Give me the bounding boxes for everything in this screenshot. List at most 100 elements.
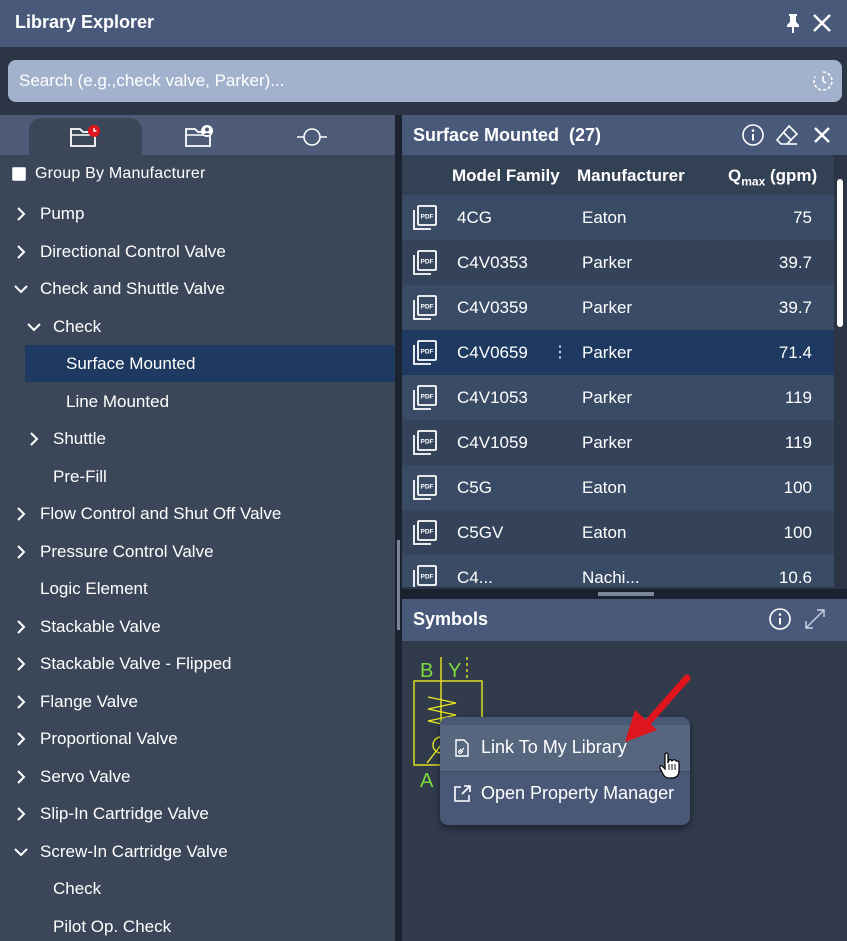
table-row[interactable]: PDF C4V0353 Parker 39.7 — [402, 240, 834, 285]
column-header-qmax[interactable]: Qmax (gpm) — [728, 166, 817, 188]
manufacturer-cell: Parker — [582, 253, 633, 272]
pdf-icon[interactable]: PDF — [411, 204, 439, 232]
pdf-icon[interactable]: PDF — [411, 564, 439, 587]
table-row[interactable]: PDF 4CG Eaton 75 — [402, 195, 834, 240]
chevron-down-icon[interactable] — [14, 845, 28, 859]
tree-item-flange-valve[interactable]: Flange Valve — [0, 683, 395, 720]
tree-item-pilot-op-check[interactable]: Pilot Op. Check — [0, 908, 395, 941]
group-by-manufacturer-checkbox[interactable]: Group By Manufacturer — [12, 165, 206, 183]
tree-item-label: Check and Shuttle Valve — [40, 279, 225, 298]
scroll-thumb[interactable] — [837, 179, 843, 327]
model-family-cell: C4V0659 — [457, 343, 528, 362]
table-row[interactable]: PDF C4V0359 Parker 39.7 — [402, 285, 834, 330]
horizontal-splitter[interactable] — [402, 589, 847, 599]
tree-item-stackable-valve-flipped[interactable]: Stackable Valve - Flipped — [0, 645, 395, 682]
tree-item-pressure-control-valve[interactable]: Pressure Control Valve — [0, 533, 395, 570]
qmax-cell: 119 — [784, 388, 812, 407]
chevron-right-icon[interactable] — [14, 769, 28, 784]
pdf-icon[interactable]: PDF — [411, 384, 439, 412]
manufacturer-cell: Eaton — [582, 523, 627, 542]
tree-item-pump[interactable]: Pump — [0, 195, 395, 232]
splitter-grip[interactable] — [598, 592, 654, 596]
eraser-icon[interactable] — [775, 123, 799, 147]
tree-item-directional-control-valve[interactable]: Directional Control Valve — [0, 233, 395, 270]
tab-symbols[interactable] — [255, 118, 368, 155]
menu-item-open-property-manager[interactable]: Open Property Manager — [440, 771, 690, 817]
table-row[interactable]: PDF C4... Nachi... 10.6 — [402, 555, 834, 587]
pdf-icon[interactable]: PDF — [411, 249, 439, 277]
svg-text:PDF: PDF — [421, 259, 434, 266]
table-row[interactable]: PDF C4V1053 Parker 119 — [402, 375, 834, 420]
chevron-right-icon[interactable] — [14, 544, 28, 559]
pdf-icon[interactable]: PDF — [411, 519, 439, 547]
model-family-cell: C4V0359 — [457, 298, 528, 317]
port-y-label: Y — [448, 660, 461, 682]
annotation-arrow-icon — [625, 674, 691, 742]
table-row[interactable]: PDF C4V0659 ⋮ Parker 71.4 — [402, 330, 834, 375]
tree-item-label: Stackable Valve — [40, 616, 161, 636]
manufacturer-cell: Parker — [582, 298, 633, 317]
tree-item-pre-fill[interactable]: Pre-Fill — [0, 458, 395, 495]
close-icon[interactable] — [810, 11, 834, 35]
tree-item-check[interactable]: Check — [0, 308, 395, 345]
chevron-right-icon[interactable] — [14, 207, 28, 221]
vertical-splitter[interactable] — [395, 115, 402, 941]
chevron-right-icon[interactable] — [14, 619, 28, 634]
symbols-title: Symbols — [413, 609, 489, 629]
qmax-cell: 75 — [793, 208, 812, 227]
qmax-unit: (gpm) — [765, 166, 818, 185]
tree-item-slip-in-cartridge-valve[interactable]: Slip-In Cartridge Valve — [0, 795, 395, 832]
tab-my-library[interactable] — [142, 118, 255, 155]
splitter-grip[interactable] — [397, 540, 400, 630]
chevron-right-icon[interactable] — [14, 807, 28, 821]
tree-item-screw-in-cartridge-valve[interactable]: Screw-In Cartridge Valve — [0, 833, 395, 870]
tree-item-servo-valve[interactable]: Servo Valve — [0, 758, 395, 795]
qmax-cell: 10.6 — [778, 568, 812, 587]
tree-item-label: Check — [53, 316, 102, 336]
checkbox[interactable] — [12, 167, 26, 181]
table-row[interactable]: PDF C5GV Eaton 100 — [402, 510, 834, 555]
tree-item-label: Check — [53, 879, 102, 898]
chevron-right-icon[interactable] — [14, 732, 28, 746]
tree-item-proportional-valve[interactable]: Proportional Valve — [0, 720, 395, 757]
pdf-icon[interactable]: PDF — [411, 294, 439, 322]
pdf-icon[interactable]: PDF — [411, 339, 439, 367]
svg-text:PDF: PDF — [421, 484, 434, 491]
info-icon[interactable] — [768, 607, 792, 631]
column-header-manufacturer[interactable]: Manufacturer — [577, 166, 685, 186]
tree-item-stackable-valve[interactable]: Stackable Valve — [0, 608, 395, 645]
search-input[interactable] — [8, 60, 798, 102]
chevron-down-icon[interactable] — [27, 320, 41, 334]
column-header-model-family[interactable]: Model Family — [452, 166, 560, 186]
model-family-cell: C4... — [457, 568, 493, 587]
chevron-right-icon[interactable] — [14, 657, 28, 671]
pin-icon[interactable] — [781, 11, 805, 35]
results-header: Surface Mounted (27) — [402, 115, 847, 155]
info-icon[interactable] — [741, 123, 765, 147]
chevron-right-icon[interactable] — [14, 244, 28, 259]
chevron-right-icon[interactable] — [14, 694, 28, 709]
chevron-down-icon[interactable] — [14, 282, 28, 296]
table-row[interactable]: PDF C5G Eaton 100 — [402, 465, 834, 510]
pdf-icon[interactable]: PDF — [411, 474, 439, 502]
results-title-text: Surface Mounted — [413, 125, 560, 145]
tree-item-surface-mounted[interactable]: Surface Mounted — [25, 345, 395, 382]
expand-icon[interactable] — [803, 607, 827, 631]
tree-item-shuttle[interactable]: Shuttle — [0, 420, 395, 457]
more-options-icon[interactable]: ⋮ — [552, 342, 568, 362]
vertical-scrollbar[interactable] — [834, 155, 847, 595]
pdf-icon[interactable]: PDF — [411, 429, 439, 457]
close-icon[interactable] — [810, 123, 834, 147]
chevron-right-icon[interactable] — [14, 507, 28, 521]
chevron-right-icon[interactable] — [27, 432, 41, 446]
tree-item-label: Stackable Valve - Flipped — [40, 654, 232, 673]
tree-item-label: Line Mounted — [66, 391, 170, 411]
tree-item-flow-control-and-shut-off-valve[interactable]: Flow Control and Shut Off Valve — [0, 495, 395, 532]
tree-item-check-and-shuttle-valve[interactable]: Check and Shuttle Valve — [0, 270, 395, 307]
tree-item-logic-element[interactable]: Logic Element — [0, 570, 395, 607]
tree-item-line-mounted[interactable]: Line Mounted — [0, 383, 395, 420]
tab-recent-library[interactable] — [29, 118, 142, 155]
tree-item-check[interactable]: Check — [0, 870, 395, 907]
table-row[interactable]: PDF C4V1059 Parker 119 — [402, 420, 834, 465]
history-icon[interactable] — [812, 70, 834, 92]
